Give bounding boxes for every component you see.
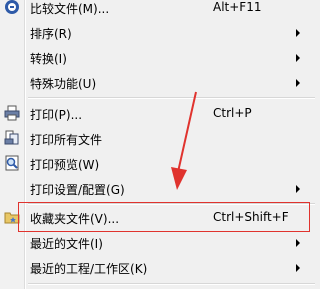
annotation-arrow-icon [171, 91, 197, 190]
